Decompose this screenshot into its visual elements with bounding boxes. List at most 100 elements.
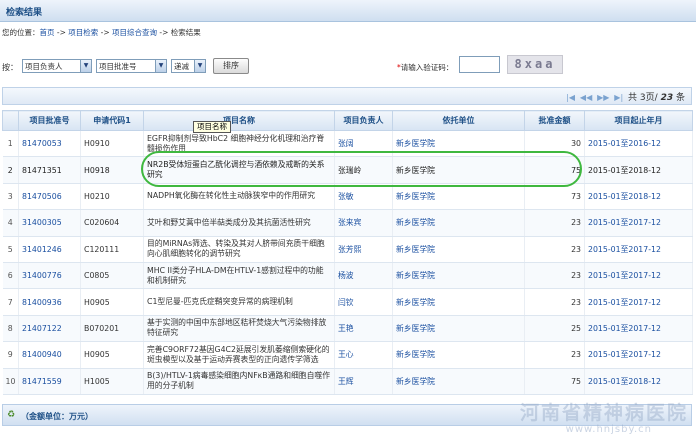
row-apply-code: H0905 [80,341,144,369]
row-unit-link[interactable]: 新乡医学院 [392,209,525,237]
refresh-icon: ♻ [7,410,16,420]
row-apply-code: B070201 [80,315,144,343]
row-apply-code: C120111 [80,236,144,263]
row-code-link[interactable]: 81471559 [18,368,81,395]
row-project-name[interactable]: C1型尼曼-匹克氏症鞘突变异常的病理机制 [143,288,335,316]
first-page-icon[interactable]: |◀ [566,93,575,102]
last-page-icon[interactable]: ▶| [614,93,623,102]
sort-order-select[interactable]: 递减 ▼ [171,59,206,73]
row-index: 7 [2,288,19,316]
row-unit-link[interactable]: 新乡医学院 [392,183,525,211]
total-count: 23 [660,93,674,103]
sort-field-1-select[interactable]: 项目负责人 ▼ [22,59,92,73]
title-bar: 检索结果 [0,0,696,22]
table-row: 7 81400936 H0905 C1型尼曼-匹克氏症鞘突变异常的病理机制 闫钦 新乡医学… [2,288,693,316]
row-amount: 23 [524,288,585,316]
row-amount: 23 [524,262,585,290]
row-project-name[interactable]: B(3)/HTLV-1病毒感染细胞内NFκB通路和细胞自噬作用的分子机制 [143,368,335,395]
row-index: 3 [2,183,19,211]
watermark: 河南省精神病医院 [519,402,688,424]
row-apply-code: C020604 [80,209,144,237]
row-amount: 25 [524,315,585,343]
row-project-name[interactable]: NADPH氧化酶在转化性主动脉狭窄中的作用研究 [143,183,335,211]
row-project-name[interactable]: 完善C9ORF72基因G4C2延展引发肌萎缩侧索硬化的斑虫模型以及基于运动弄赛表… [143,341,335,369]
table-row: 6 31400776 C0805 MHC II类分子HLA-DM在HTLV-1感割过程… [2,262,693,290]
row-person-link[interactable]: 张敏 [334,183,393,211]
row-code-link[interactable]: 81400936 [18,288,81,316]
table-row: 3 81470506 H0210 NADPH氧化酶在转化性主动脉狭窄中的作用研究 张敏新… [2,183,693,211]
captcha-label: *请输入验证码： [397,63,454,72]
chevron-down-icon: ▼ [194,60,205,72]
row-amount: 23 [524,236,585,263]
row-person-link[interactable]: 王艳 [334,315,393,343]
row-period: 2015-01至2018-12 [584,368,693,395]
col-header-index [2,110,19,131]
row-unit-link[interactable]: 新乡医学院 [392,236,525,263]
row-code-link[interactable]: 31401246 [18,236,81,263]
table-row: 5 31401246 C120111 目的MiRNAs筛选、转染及其对人脐带间充质干细… [2,236,693,263]
row-amount: 75 [524,368,585,395]
col-header-person[interactable]: 项目负责人 [334,110,393,131]
table-row: 8 21407122 B070201 基于实测的中国中东部地区秸秆焚烧大气污染物排放特… [2,315,693,343]
row-person-link[interactable]: 张来宾 [334,209,393,237]
row-person-link[interactable]: 张芳熙 [334,236,393,263]
chevron-down-icon: ▼ [80,60,91,72]
row-unit-link[interactable]: 新乡医学院 [392,341,525,369]
pager: |◀ ◀◀ ▶▶ ▶| 共 3页/ 23 条 [566,93,685,103]
row-person-link[interactable]: 王辉 [334,368,393,395]
row-apply-code: H0210 [80,183,144,211]
prev-page-icon[interactable]: ◀◀ [580,93,592,102]
row-code-link[interactable]: 81470506 [18,183,81,211]
row-code-link[interactable]: 81470053 [18,130,81,158]
col-header-unit[interactable]: 依托单位 [392,110,525,131]
row-apply-code: H1005 [80,368,144,395]
col-header-apply-code[interactable]: 申请代码1 [80,110,144,131]
captcha-input[interactable] [459,56,500,73]
row-unit-link[interactable]: 新乡医学院 [392,288,525,316]
col-header-name[interactable]: 项目名称 [143,110,335,131]
row-unit-link[interactable]: 新乡医学院 [392,262,525,290]
row-amount: 23 [524,341,585,369]
row-code-link[interactable]: 81400940 [18,341,81,369]
row-code-link[interactable]: 31400776 [18,262,81,290]
row-apply-code: H0918 [80,156,144,184]
table-row: 4 31400305 C020604 艾叶和野艾蒿中倍半萜类成分及其抗菌活性研究 张来宾… [2,209,693,237]
row-period: 2015-01至2017-12 [584,341,693,369]
row-code-link[interactable]: 81471351 [18,156,81,184]
breadcrumb-home[interactable]: 首页 [40,28,55,37]
row-unit-link[interactable]: 新乡医学院 [392,315,525,343]
row-person-link[interactable]: 王心 [334,341,393,369]
row-project-name[interactable]: 艾叶和野艾蒿中倍半萜类成分及其抗菌活性研究 [143,209,335,237]
breadcrumb-query[interactable]: 项目综合查询 [112,28,157,37]
row-code-link[interactable]: 31400305 [18,209,81,237]
sort-field-2-select[interactable]: 项目批准号 ▼ [96,59,167,73]
row-period: 2015-01至2017-12 [584,209,693,237]
row-project-name[interactable]: MHC II类分子HLA-DM在HTLV-1感割过程中的功能和机制研究 [143,262,335,290]
row-index: 2 [2,156,19,184]
highlight-ring [141,151,582,187]
row-period: 2015-01至2017-12 [584,315,693,343]
row-period: 2015-01至2017-12 [584,262,693,290]
row-code-link[interactable]: 21407122 [18,315,81,343]
row-unit-link[interactable]: 新乡医学院 [392,368,525,395]
breadcrumb-search[interactable]: 项目检索 [68,28,98,37]
sort-button[interactable]: 排序 [213,58,249,74]
col-header-code[interactable]: 项目批准号 [18,110,81,131]
row-index: 4 [2,209,19,237]
breadcrumb: 您的位置：首页 -> 项目检索 -> 项目综合查询 -> 检索结果 [2,28,201,37]
col-header-period[interactable]: 项目起止年月 [584,110,693,131]
row-index: 10 [2,368,19,395]
tooltip: 项目名称 [193,121,231,133]
next-page-icon[interactable]: ▶▶ [597,93,609,102]
row-person-link[interactable]: 闫钦 [334,288,393,316]
row-period: 2015-01至2017-12 [584,236,693,263]
row-index: 5 [2,236,19,263]
table-row: 10 81471559 H1005 B(3)/HTLV-1病毒感染细胞内NFκB通路和… [2,368,693,395]
col-header-amount[interactable]: 批准金额 [524,110,585,131]
row-project-name[interactable]: 基于实测的中国中东部地区秸秆焚烧大气污染物排放特征研究 [143,315,335,343]
row-project-name[interactable]: 目的MiRNAs筛选、转染及其对人脐带间充质干细胞向心肌细胞转化的调节研究 [143,236,335,263]
captcha-image[interactable]: 8xaa [507,55,563,74]
row-person-link[interactable]: 杨波 [334,262,393,290]
chevron-down-icon: ▼ [155,60,166,72]
pager-bar: |◀ ◀◀ ▶▶ ▶| 共 3页/ 23 条 [2,87,692,105]
